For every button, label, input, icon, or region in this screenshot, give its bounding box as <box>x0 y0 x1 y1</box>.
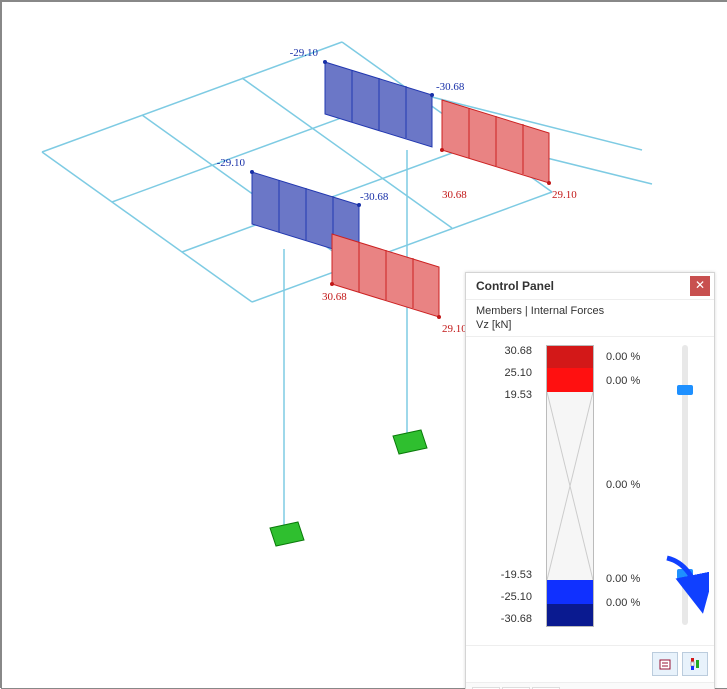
shear-diagram-neg-1 <box>323 60 434 147</box>
supports <box>270 430 427 546</box>
label-neg-B: -30.68 <box>436 81 465 93</box>
tab-color-scale[interactable] <box>472 687 500 689</box>
label-pos-D: 29.10 <box>442 323 467 335</box>
color-scale-button[interactable] <box>682 652 708 676</box>
control-panel: Control Panel ✕ Members | Internal Force… <box>465 272 715 689</box>
edit-scale-button[interactable] <box>652 652 678 676</box>
notepad-icon <box>658 657 672 671</box>
tab-factors[interactable] <box>502 687 530 689</box>
color-bar <box>546 345 594 627</box>
shear-diagram-pos-2 <box>330 234 441 319</box>
slider-thumb-lower[interactable] <box>677 569 693 579</box>
color-scale-icon <box>688 657 702 671</box>
panel-title: Control Panel <box>476 279 690 293</box>
label-neg-C: -29.10 <box>217 157 246 169</box>
range-slider[interactable] <box>682 345 688 625</box>
tab-filter[interactable] <box>532 687 560 689</box>
label-pos-B: 29.10 <box>552 189 577 201</box>
label-pos-A: 30.68 <box>442 189 467 201</box>
label-neg-D: -30.68 <box>360 191 389 203</box>
close-button[interactable]: ✕ <box>690 276 710 296</box>
legend-body: 30.68 25.10 19.53 -19.53 -25.10 -30.68 0… <box>466 337 714 645</box>
panel-subtitle-1: Members | Internal Forces <box>476 304 704 318</box>
panel-subtitle-2: Vz [kN] <box>476 318 704 332</box>
label-pos-C: 30.68 <box>322 291 347 303</box>
slider-thumb-upper[interactable] <box>677 385 693 395</box>
label-neg-A: -29.10 <box>290 47 319 59</box>
